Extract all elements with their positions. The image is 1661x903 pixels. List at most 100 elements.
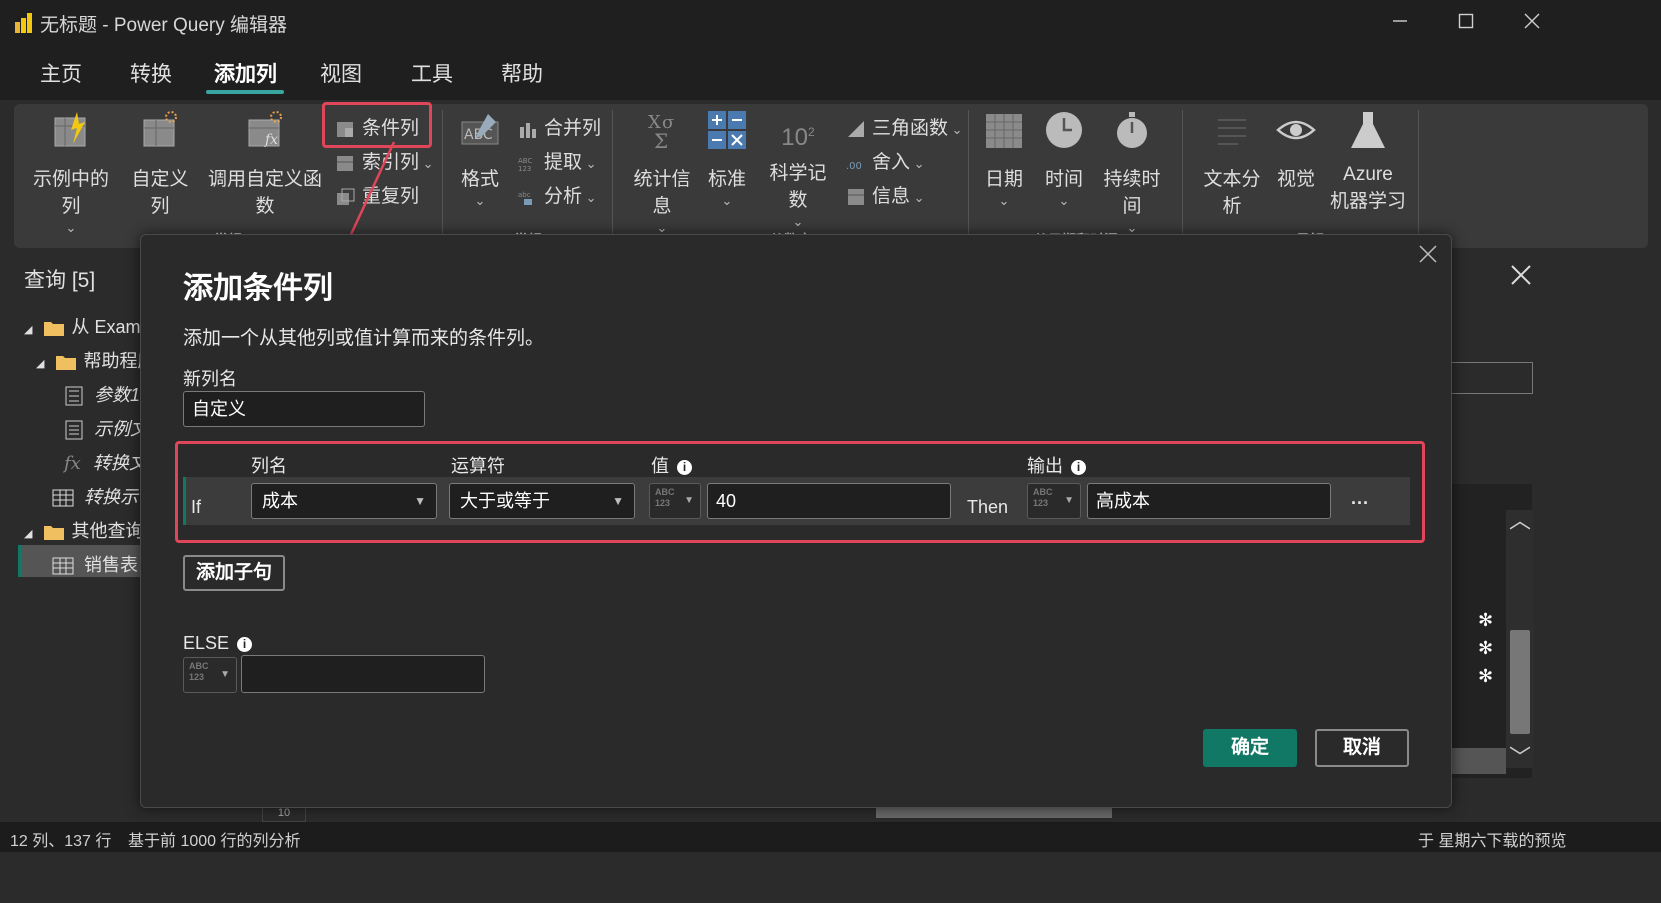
gear-icon[interactable]: ✻ [1478,610,1493,631]
ok-button[interactable]: 确定 [1203,729,1297,767]
else-type-dropdown[interactable]: ABC 123 ▼ [183,657,237,693]
azure-ml-button[interactable]: Azure 机器学习 [1330,110,1406,213]
standard-math-icon [708,111,746,149]
query-label: 转换文 [92,453,147,473]
info-icon[interactable]: i [677,459,692,475]
parse-button[interactable]: abc 分析 ⌄ [518,181,597,208]
operator-dropdown[interactable]: 大于或等于 ▼ [449,483,635,519]
horizontal-scrollbar-thumb[interactable] [876,808,1112,818]
value-header-text: 值 [651,456,669,476]
rounding-button[interactable]: .00 舍入 ⌄ [846,147,925,174]
format-button[interactable]: ABC 格式 ⌄ [454,110,506,209]
statistics-label: 统计信息 [633,169,691,217]
grid-bottom-fragment: 10 [262,806,1262,822]
scrollbar-thumb[interactable] [1510,630,1530,734]
tab-add-column[interactable]: 添加列 [214,58,277,88]
add-conditional-column-dialog: 添加条件列 添加一个从其他列或值计算而来的条件列。 新列名 自定义 列名 运算符… [140,234,1452,808]
query-sales-table[interactable]: 销售表 [52,551,138,577]
status-bar: 12 列、137 行 基于前 1000 行的列分析 于 星期六下载的预览 [0,822,1661,852]
menu-bar: 主页 转换 添加列 视图 工具 帮助 [0,44,1661,100]
query-sample-file[interactable]: 示例文 [64,415,148,441]
query-parameter[interactable]: 参数1 [64,381,140,407]
tab-transform[interactable]: 转换 [130,58,172,88]
vision-button[interactable]: 视觉 [1274,110,1318,191]
statistics-button[interactable]: X σ Σ 统计信息 ⌄ [626,110,698,236]
else-input[interactable] [241,655,485,693]
flask-icon [1351,112,1385,148]
table-icon [52,557,74,575]
status-profiling[interactable]: 基于前 1000 行的列分析 [128,827,301,851]
conditional-column-icon [337,121,353,137]
query-folder-helpers[interactable]: ◢ 帮助程序 [36,347,155,373]
add-clause-button[interactable]: 添加子句 [183,555,285,591]
close-window-button[interactable] [1508,6,1556,38]
active-tab-underline [206,90,284,94]
value-type-dropdown[interactable]: ABC 123 ▼ [649,483,701,519]
vision-label: 视觉 [1276,169,1315,190]
close-pane-icon[interactable] [1510,264,1532,286]
date-button[interactable]: 日期 ⌄ [980,110,1028,209]
text-analytics-label: 文本分析 [1203,169,1261,217]
tab-home[interactable]: 主页 [40,58,82,88]
text-analytics-button[interactable]: 文本分析 [1196,110,1268,218]
settings-input-fragment [1450,362,1533,394]
tab-help[interactable]: 帮助 [501,58,543,88]
output-input[interactable]: 高成本 [1087,483,1331,519]
cancel-button[interactable]: 取消 [1315,729,1409,767]
title-bar: 无标题 - Power Query 编辑器 [0,0,1661,44]
column-from-examples-icon [54,112,86,147]
conditional-column-button[interactable]: 条件列 [336,113,419,140]
maximize-button[interactable] [1442,6,1490,38]
window-title: 无标题 - Power Query 编辑器 [40,15,288,36]
chevron-down-icon: ⌄ [721,193,733,208]
more-options-icon[interactable]: ··· [1351,493,1369,514]
output-type-dropdown[interactable]: ABC 123 ▼ [1027,483,1081,519]
invoke-custom-function-button[interactable]: fx 调用自定义函数 [203,110,327,218]
information-button[interactable]: 信息 ⌄ [846,181,925,208]
file-icon [65,420,83,440]
query-transform-sample[interactable]: 转换示 [52,483,138,509]
scroll-up-icon[interactable]: ︿ [1509,503,1531,535]
scientific-button[interactable]: 102 科学记数 ⌄ [762,110,834,230]
query-folder-from-example[interactable]: ◢ 从 Examp [24,313,151,339]
invoke-custom-function-label: 调用自定义函数 [207,169,322,217]
svg-text:123: 123 [518,165,531,173]
trigonometry-button[interactable]: 三角函数 ⌄ [846,113,963,140]
standard-label: 标准 [707,169,746,190]
minimize-button[interactable] [1376,6,1424,38]
tab-tools[interactable]: 工具 [411,58,453,88]
time-button[interactable]: 时间 ⌄ [1040,110,1088,209]
column-from-examples-button[interactable]: 示例中的列 ⌄ [26,110,116,236]
custom-column-button[interactable]: 自定义列 [124,110,196,218]
duration-button[interactable]: 持续时间 ⌄ [1096,110,1168,236]
minimize-icon [1393,20,1407,22]
row-number: 10 [262,806,306,822]
maximize-icon [1458,13,1474,29]
statistics-sigma-icon: X σ Σ [648,112,674,153]
value-input[interactable]: 40 [707,483,951,519]
close-icon [1524,13,1540,29]
status-preview-info: 于 星期六下载的预览 [1418,833,1567,850]
machine-learning-label: 机器学习 [1330,191,1407,212]
column-name-dropdown[interactable]: 成本 ▼ [251,483,437,519]
gear-icon[interactable]: ✻ [1478,666,1493,687]
scroll-down-icon[interactable]: ﹀ [1509,740,1531,772]
information-label: 信息 [872,186,911,207]
standard-button[interactable]: 标准 ⌄ [702,110,752,209]
chevron-down-icon: ⌄ [474,193,486,208]
new-column-name-input[interactable]: 自定义 [183,391,425,427]
applied-step-fragment [1450,748,1506,774]
scientific-glyph-icon: 102 [762,110,834,151]
info-icon[interactable]: i [1071,459,1086,475]
info-icon[interactable]: i [237,636,253,652]
gear-icon[interactable]: ✻ [1478,638,1493,659]
extract-button[interactable]: ABC 123 提取 ⌄ [518,147,597,174]
query-folder-other[interactable]: ◢ 其他查询 [24,517,143,543]
merge-columns-button[interactable]: 合并列 [518,113,601,140]
clock-icon [1046,112,1082,148]
folder-icon [56,356,77,371]
group-separator [968,110,969,238]
tab-view[interactable]: 视图 [320,58,362,88]
close-icon[interactable] [1419,245,1437,263]
query-transform-function[interactable]: fx 转换文 [64,449,147,475]
